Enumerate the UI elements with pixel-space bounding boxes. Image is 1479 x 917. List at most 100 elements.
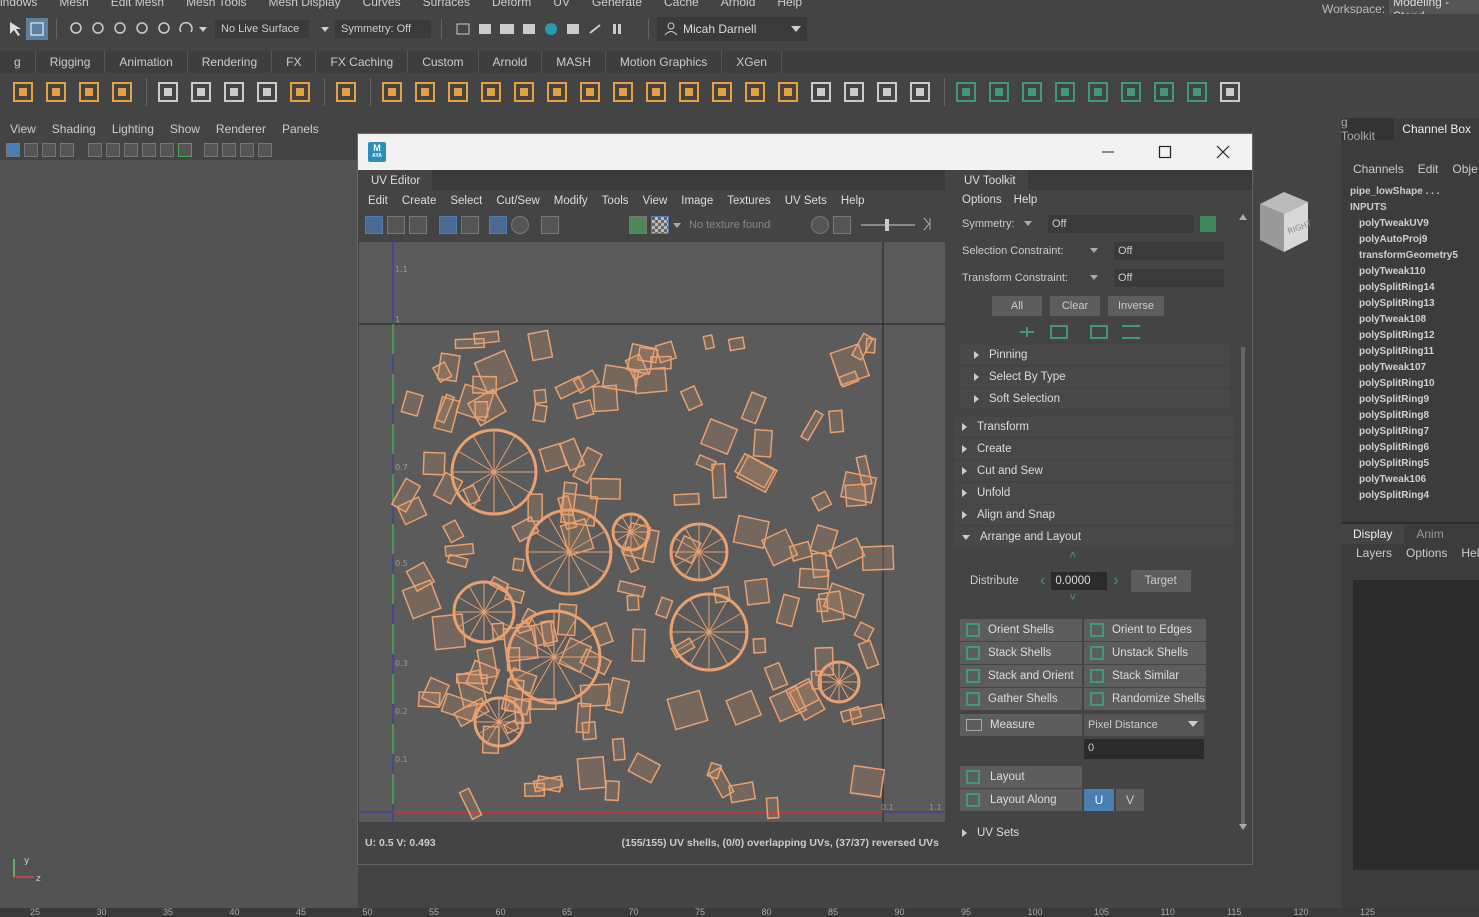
uv-shell[interactable] [654, 596, 674, 620]
wireframe-icon[interactable] [160, 143, 174, 157]
symmetry-field[interactable]: Symmetry: Off [335, 20, 431, 38]
measure-mode-dropdown[interactable]: Pixel Distance [1084, 714, 1204, 736]
menu-item[interactable]: Help [777, 0, 802, 9]
uv-shell[interactable] [674, 534, 702, 565]
uv-shell[interactable] [432, 471, 464, 505]
uv-shell[interactable] [493, 435, 516, 473]
uv-menu-item[interactable]: Tools [602, 195, 629, 207]
rgb-channel-icon[interactable] [811, 216, 829, 234]
input-node[interactable]: polyTweak106 [1359, 472, 1479, 488]
menu-item[interactable]: Curves [363, 0, 401, 9]
timeline[interactable]: 25 30 35 40 45 50 55 60 65 70 75 80 85 90 95 100 105 110 1… [0, 908, 1479, 917]
uv-shell[interactable] [554, 375, 586, 400]
shelf-tab[interactable]: Custom [408, 51, 479, 73]
measure-button[interactable]: Measure [960, 714, 1082, 736]
distribute-left-arrow-icon[interactable]: ‹ [1040, 572, 1045, 590]
layer-menu-item[interactable]: Options [1406, 546, 1447, 560]
dropdown-arrow-icon[interactable] [197, 18, 209, 40]
snapshot-icon[interactable] [541, 216, 559, 234]
input-node[interactable]: polyTweak107 [1359, 360, 1479, 376]
uv-shell[interactable] [547, 551, 570, 589]
clear-button[interactable]: Clear [1050, 296, 1100, 316]
uv-shell[interactable] [527, 493, 543, 522]
uv-shell[interactable] [752, 637, 767, 654]
uv-shell[interactable] [631, 628, 646, 662]
layout-button[interactable]: Layout [960, 766, 1082, 788]
uv-select-icon[interactable] [365, 216, 383, 234]
layout-along-button[interactable]: Layout Along [960, 789, 1082, 811]
merge-icon[interactable] [740, 77, 770, 107]
snap-curve-icon[interactable] [109, 18, 131, 40]
uv-shell[interactable] [798, 567, 830, 591]
uv-shell[interactable] [431, 613, 467, 651]
uv-menu-item[interactable]: Textures [727, 195, 770, 207]
inverse-button[interactable]: Inverse [1108, 296, 1164, 316]
unfold-icon[interactable] [1149, 77, 1179, 107]
grid-display-icon[interactable] [439, 216, 457, 234]
panel-menu-item[interactable]: Shading [52, 122, 96, 136]
uv-shell[interactable] [627, 752, 662, 784]
cylindrical-map-icon[interactable] [984, 77, 1014, 107]
uv-shell[interactable] [702, 333, 716, 351]
unstack-shells-button[interactable]: Unstack Shells [1084, 642, 1206, 664]
text-icon[interactable] [107, 77, 137, 107]
panel-menu-item[interactable]: Show [170, 122, 200, 136]
input-node[interactable]: polySplitRing12 [1359, 328, 1479, 344]
distribute-right-arrow-icon[interactable]: › [1113, 572, 1118, 590]
minimize-icon[interactable] [1080, 145, 1136, 159]
uv-shell[interactable] [765, 796, 780, 820]
uv-shell[interactable] [488, 575, 510, 593]
input-node[interactable]: polySplitRing7 [1359, 424, 1479, 440]
uv-shell[interactable] [533, 388, 548, 405]
uv-menu-item[interactable]: UV Sets [785, 195, 827, 207]
xray-icon[interactable] [142, 143, 156, 157]
uv-shell[interactable] [400, 390, 424, 418]
uv-shell[interactable] [699, 417, 739, 456]
uv-shell[interactable] [556, 603, 578, 637]
distortion-icon[interactable] [461, 216, 479, 234]
uv-shell[interactable] [666, 689, 709, 731]
uv-shell-icon[interactable] [387, 216, 405, 234]
uv-shell[interactable] [527, 329, 554, 362]
uv-shell[interactable] [849, 764, 886, 798]
camera-attr-icon[interactable] [6, 143, 20, 157]
uv-menu-item[interactable]: Create [402, 195, 437, 207]
uv-shell[interactable] [814, 646, 835, 677]
bevel-icon[interactable] [575, 77, 605, 107]
mirror-icon[interactable] [542, 77, 572, 107]
input-node[interactable]: polySplitRing6 [1359, 440, 1479, 456]
uv-shell[interactable] [493, 471, 531, 494]
uv-shell[interactable] [626, 342, 656, 376]
orient-to-edges-button[interactable]: Orient to Edges [1084, 619, 1206, 641]
input-node[interactable]: polyTweakUV9 [1359, 216, 1479, 232]
uv-shell[interactable] [530, 620, 559, 647]
grow-selection-icon[interactable] [1018, 325, 1036, 339]
knife-icon[interactable] [905, 77, 935, 107]
uv-shell[interactable] [589, 477, 622, 500]
uv-shell[interactable] [763, 661, 789, 691]
section-arrange-and-layout[interactable]: Arrange and Layout [954, 527, 1234, 547]
grid-toggle-icon[interactable] [24, 143, 38, 157]
uv-shell[interactable] [611, 737, 626, 762]
chevron-down-icon[interactable] [1024, 218, 1032, 230]
uv-menu-item[interactable]: Select [450, 195, 482, 207]
grid-select-icon[interactable] [186, 77, 216, 107]
uv-shell[interactable] [708, 766, 735, 799]
channel-box-menu-item[interactable]: Edit [1418, 162, 1439, 176]
render-history-icon[interactable] [452, 18, 474, 40]
uv-shell[interactable] [532, 403, 548, 423]
uv-shell[interactable] [493, 450, 531, 473]
render-view-icon[interactable] [562, 18, 584, 40]
menu-item[interactable]: Mesh Display [269, 0, 341, 9]
safe-icon[interactable] [258, 143, 272, 157]
layout-along-u-button[interactable]: U [1084, 789, 1114, 811]
input-node[interactable]: polySplitRing13 [1359, 296, 1479, 312]
input-node[interactable]: polyAutoProj9 [1359, 232, 1479, 248]
chevron-down-icon[interactable] [1090, 272, 1098, 284]
menu-item[interactable]: Deform [492, 0, 531, 9]
multi-cut-icon[interactable] [806, 77, 836, 107]
live-surface-field[interactable]: No Live Surface [215, 20, 309, 38]
snap-plane-icon[interactable] [153, 18, 175, 40]
layout-along-v-button[interactable]: V [1116, 789, 1144, 811]
input-node[interactable]: polySplitRing10 [1359, 376, 1479, 392]
